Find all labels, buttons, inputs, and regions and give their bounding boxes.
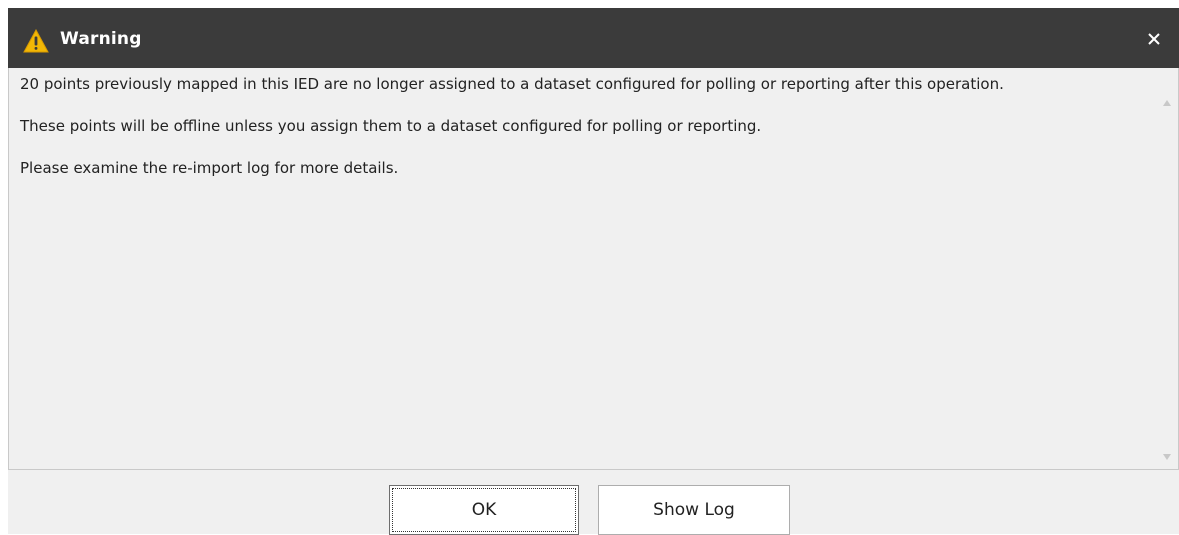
dialog-title: Warning — [60, 27, 142, 51]
title-bar[interactable]: Warning — [8, 8, 1179, 68]
scroll-up-arrow-icon[interactable] — [1162, 92, 1172, 100]
message-paragraph: Please examine the re-import log for mor… — [20, 158, 1145, 179]
scroll-down-arrow-icon[interactable] — [1162, 446, 1172, 454]
show-log-button[interactable]: Show Log — [598, 485, 790, 535]
ok-button[interactable]: OK — [389, 485, 579, 535]
warning-dialog: Warning 20 points previously mapped in t… — [8, 8, 1179, 534]
message-paragraph: These points will be offline unless you … — [20, 116, 1145, 137]
warning-triangle-icon — [23, 29, 49, 53]
show-log-button-label: Show Log — [653, 500, 735, 520]
close-icon[interactable] — [1139, 24, 1169, 54]
button-bar: OK Show Log — [8, 470, 1179, 534]
message-area: 20 points previously mapped in this IED … — [8, 68, 1179, 470]
message-text: 20 points previously mapped in this IED … — [20, 74, 1145, 200]
ok-button-label: OK — [472, 500, 497, 520]
message-paragraph: 20 points previously mapped in this IED … — [20, 74, 1145, 95]
